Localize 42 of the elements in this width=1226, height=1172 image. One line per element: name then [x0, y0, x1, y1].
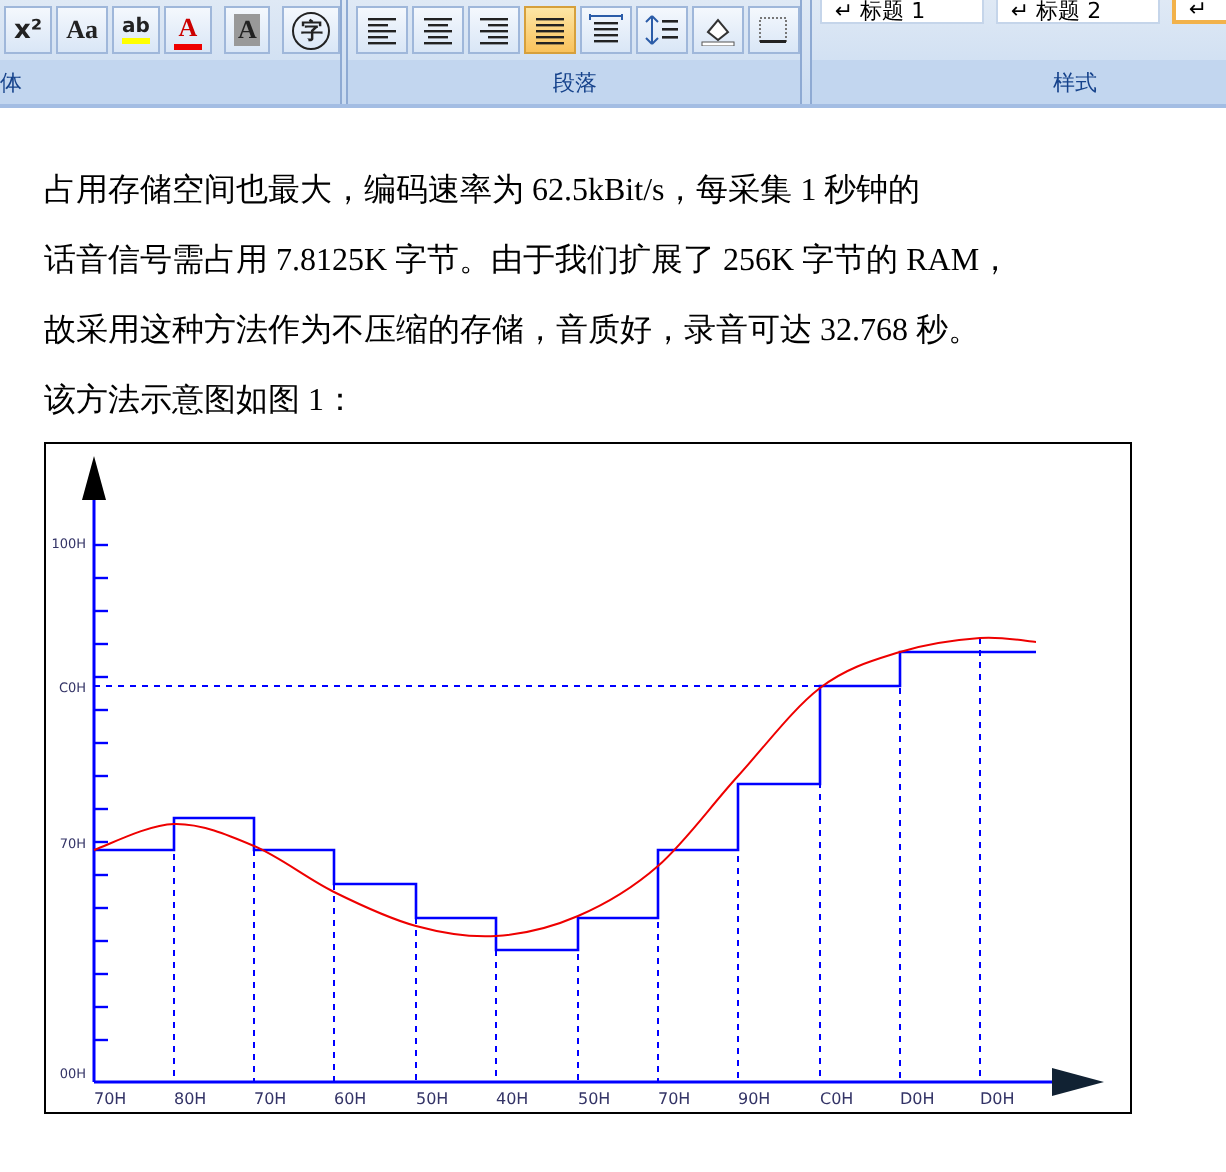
x-axis-label: D0H: [900, 1090, 935, 1108]
group-label: 体: [0, 67, 22, 97]
group-label: 段落: [552, 67, 597, 97]
x-axis-label: 70H: [254, 1090, 287, 1108]
x-axis-label: 70H: [658, 1090, 691, 1108]
x-axis-label: 50H: [416, 1090, 449, 1108]
change-case-button[interactable]: Aa: [56, 6, 108, 54]
shading-button[interactable]: [692, 6, 745, 54]
distribute-icon: [588, 14, 625, 46]
highlight-button[interactable]: ab: [111, 6, 160, 54]
style-gallery-item[interactable]: ↵: [1172, 0, 1226, 24]
char-shading-button[interactable]: A: [223, 6, 271, 54]
body-text-line: 话音信号需占用 7.8125K 字节。由于我们扩展了 256K 字节的 RAM，: [44, 241, 1014, 282]
font-color-button[interactable]: A: [163, 6, 212, 54]
x-axis-label: 40H: [496, 1090, 529, 1108]
borders-button[interactable]: [748, 6, 801, 54]
shading-icon: [700, 14, 737, 46]
align-left-icon: [364, 14, 401, 46]
line-spacing-button[interactable]: [636, 6, 689, 54]
x-axis-label: C0H: [820, 1090, 854, 1108]
align-center-button[interactable]: [412, 6, 465, 54]
body-text-line: 该方法示意图如图 1：: [44, 381, 358, 422]
justify-button[interactable]: [524, 6, 577, 54]
align-right-icon: [476, 14, 513, 46]
align-left-button[interactable]: [356, 6, 409, 54]
align-center-icon: [420, 14, 457, 46]
superscript-button[interactable]: x²: [4, 6, 53, 54]
x-axis-label: 50H: [578, 1090, 611, 1108]
borders-icon: [756, 14, 793, 46]
body-text-line: 占用存储空间也最大，编码速率为 62.5kBit/s，每采集 1 秒钟的: [44, 171, 923, 212]
enclose-button[interactable]: 字: [282, 6, 341, 54]
x-axis-label: 80H: [174, 1090, 207, 1108]
body-text-line: 故采用这种方法作为不压缩的存储，音质好，录音可达 32.768 秒。: [44, 311, 982, 352]
x-axis-label: 90H: [738, 1090, 771, 1108]
justify-icon: [532, 14, 569, 46]
align-right-button[interactable]: [468, 6, 521, 54]
x-axis-label: 60H: [334, 1090, 367, 1108]
distribute-button[interactable]: [580, 6, 633, 54]
group-label: 样式: [1052, 67, 1097, 97]
x-axis-label: D0H: [980, 1090, 1015, 1108]
x-axis-label: 70H: [94, 1090, 127, 1108]
line-spacing-icon: [644, 14, 681, 46]
